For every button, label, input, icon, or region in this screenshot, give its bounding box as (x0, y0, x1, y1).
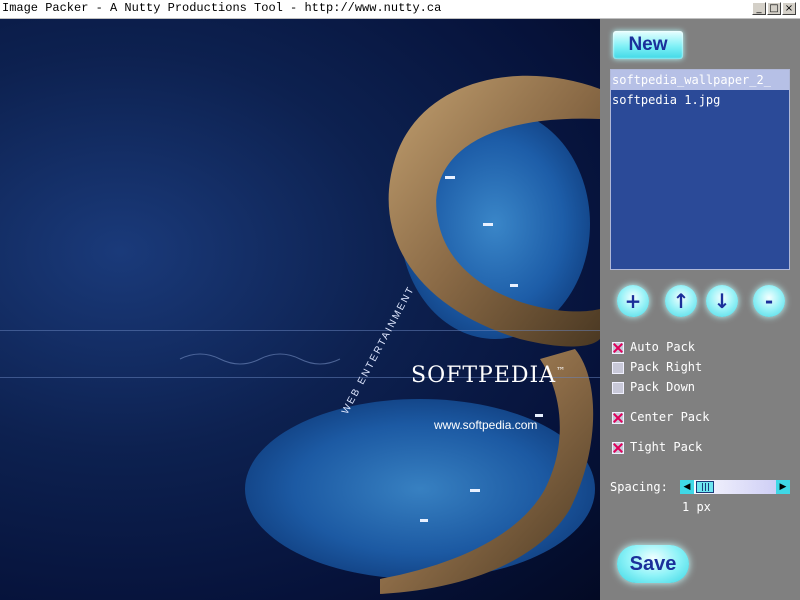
save-button[interactable]: Save (617, 545, 689, 583)
trademark-symbol: ™ (556, 366, 567, 377)
island-illustration (0, 75, 600, 594)
center-pack-checkbox[interactable] (612, 412, 624, 424)
plus-icon: + (624, 289, 642, 313)
maximize-button[interactable]: □ (767, 2, 781, 15)
title-bar: Image Packer - A Nutty Productions Tool … (0, 0, 800, 19)
new-button[interactable]: New (613, 31, 683, 59)
close-button[interactable]: × (782, 2, 796, 15)
file-list[interactable]: softpedia_wallpaper_2_ softpedia 1.jpg (610, 69, 790, 270)
window-title: Image Packer - A Nutty Productions Tool … (2, 1, 442, 15)
file-list-item[interactable]: softpedia_wallpaper_2_ (611, 70, 789, 90)
auto-pack-label: Auto Pack (630, 340, 696, 354)
softpedia-logo-text: SOFTPEDIA (411, 363, 557, 388)
tight-pack-label: Tight Pack (630, 440, 703, 454)
spacing-label: Spacing: (610, 480, 668, 494)
softpedia-url: www.softpedia.com (434, 418, 538, 432)
minimize-icon: _ (756, 2, 762, 14)
spacing-slider[interactable]: ◀ ▶ (680, 480, 790, 494)
pack-down-checkbox[interactable] (612, 382, 624, 394)
move-down-button[interactable]: ↓ (706, 285, 738, 317)
slider-right-arrow-icon[interactable]: ▶ (776, 480, 790, 494)
spacing-value: 1 px (682, 500, 711, 514)
remove-image-button[interactable]: - (753, 285, 785, 317)
center-pack-label: Center Pack (630, 410, 710, 424)
maximize-icon: □ (769, 2, 779, 14)
arrow-up-icon: ↑ (672, 289, 690, 313)
minimize-button[interactable]: _ (752, 2, 766, 15)
file-list-item[interactable]: softpedia 1.jpg (611, 90, 789, 110)
move-up-button[interactable]: ↑ (665, 285, 697, 317)
image-preview: SOFTPEDIA™ www.softpedia.com WEB ENTERTA… (0, 19, 600, 600)
arrow-down-icon: ↓ (713, 289, 731, 313)
pack-right-label: Pack Right (630, 360, 703, 374)
pack-down-label: Pack Down (630, 380, 696, 394)
add-image-button[interactable]: + (617, 285, 649, 317)
pack-right-checkbox[interactable] (612, 362, 624, 374)
slider-thumb[interactable] (696, 481, 714, 493)
minus-icon: - (764, 289, 774, 313)
close-icon: × (784, 2, 794, 14)
tight-pack-checkbox[interactable] (612, 442, 624, 454)
softpedia-logo: SOFTPEDIA™ (411, 363, 566, 388)
slider-left-arrow-icon[interactable]: ◀ (680, 480, 694, 494)
auto-pack-checkbox[interactable] (612, 342, 624, 354)
